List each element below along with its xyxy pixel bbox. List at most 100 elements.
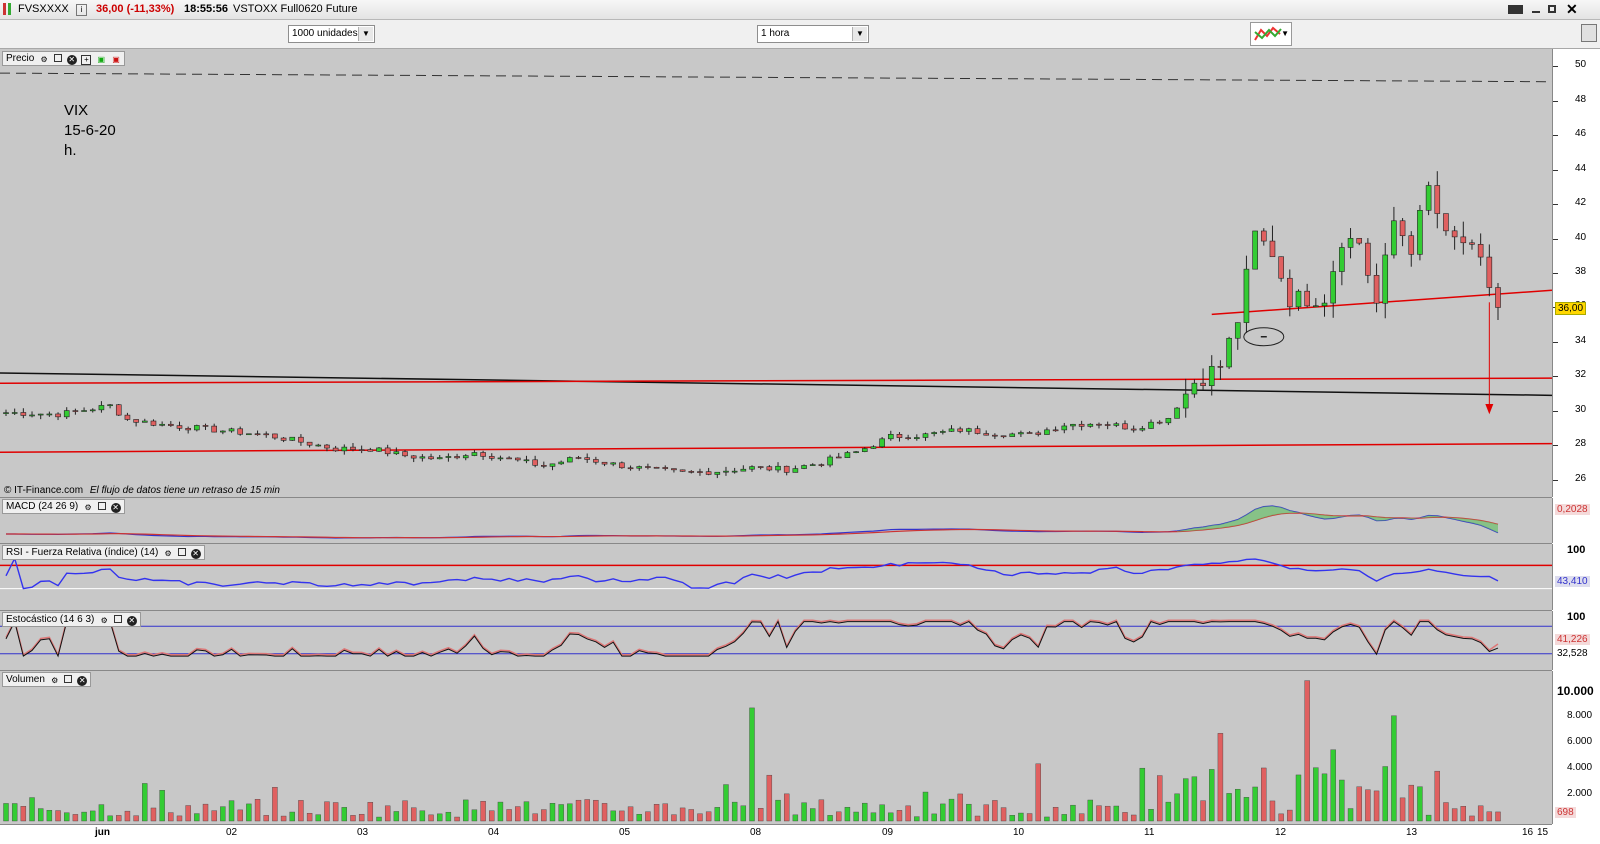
wrench-icon[interactable]: ⚙ (39, 55, 49, 65)
volume-bar (1200, 800, 1206, 822)
close-pane-icon[interactable]: ✕ (66, 55, 77, 65)
wrench-icon[interactable]: ⚙ (50, 676, 60, 686)
candle-body (827, 456, 833, 466)
candle-body (662, 467, 669, 469)
chart-indicator-icon (1254, 26, 1282, 41)
stochastic-pane[interactable]: Estocástico (14 6 3) ⚙ ✕ (0, 611, 1552, 671)
volume-bar (480, 800, 486, 822)
volume-bar (402, 800, 408, 822)
price-tick-label: 30 (1575, 403, 1587, 415)
volume-bar (1295, 774, 1302, 822)
annotation-line-3: h. (64, 142, 77, 159)
minimize-icon[interactable] (1532, 11, 1540, 13)
candle-body (1339, 247, 1345, 272)
candle-body (541, 465, 547, 467)
volume-bar (1313, 767, 1319, 822)
candle-body (905, 437, 911, 439)
candle-body (168, 423, 174, 426)
chevron-down-icon[interactable]: ▼ (358, 27, 373, 41)
candle-body (1408, 235, 1415, 255)
rsi-pane[interactable]: RSI - Fuerza Relativa (índice) (14) ⚙ ✕ (0, 544, 1552, 611)
wrench-icon[interactable]: ⚙ (83, 503, 93, 513)
candle-body (410, 455, 417, 459)
close-pane-icon[interactable]: ✕ (190, 549, 201, 559)
red-trendline-upper (0, 377, 1552, 385)
time-axis-label: 12 (1275, 827, 1287, 838)
candle-body (1148, 421, 1154, 429)
close-pane-icon[interactable]: ✕ (110, 503, 121, 513)
volume-bar (107, 815, 113, 822)
candle-body (1156, 421, 1163, 424)
candle-body (532, 459, 538, 466)
volume-bar (1391, 715, 1397, 822)
volume-bar (1061, 814, 1067, 822)
maximize-icon[interactable] (97, 502, 106, 510)
volume-bar (1104, 805, 1111, 822)
price-chart (0, 72, 1552, 479)
volume-bar (384, 805, 391, 822)
volume-bar (1217, 733, 1224, 822)
candle-body (861, 448, 868, 452)
volume-bar (246, 803, 252, 822)
volume-bar (974, 815, 981, 822)
macd-pane[interactable]: MACD (24 26 9) ⚙ ✕ (0, 498, 1552, 544)
interval-select[interactable]: 1 hora ▼ (757, 25, 869, 43)
price-pane-header: Precio ⚙ ✕ + ▣ ▣ (2, 51, 126, 66)
price-tick-label: 38 (1575, 266, 1587, 277)
candle-body (679, 469, 686, 472)
price-tick-label: 42 (1575, 197, 1587, 209)
volume-bar (1417, 786, 1423, 822)
remove-indicator-icon[interactable]: ▣ (111, 55, 121, 65)
chevron-down-icon[interactable]: ▼ (852, 27, 867, 41)
volume-bar (358, 813, 365, 822)
maximize-icon[interactable] (53, 54, 62, 62)
candle-body (1243, 268, 1250, 323)
volume-bar (410, 807, 417, 822)
volume-bar (142, 783, 148, 822)
volume-bar (888, 812, 894, 822)
last-price-marker: 36,00 (1555, 302, 1587, 315)
maximize-icon[interactable] (177, 548, 186, 556)
add-icon[interactable]: + (81, 55, 92, 65)
add-indicator-icon[interactable]: ▣ (96, 55, 106, 65)
stochastic-k-line (5, 620, 1499, 658)
candle-body (1208, 366, 1215, 387)
volume-bar (437, 813, 443, 822)
wrench-icon[interactable]: ⚙ (163, 549, 173, 559)
info-icon[interactable]: i (76, 4, 87, 16)
close-pane-icon[interactable]: ✕ (126, 616, 137, 626)
candle-body (1495, 287, 1501, 308)
volume-bar (601, 803, 608, 822)
candle-body (1078, 423, 1085, 427)
stochastic-pane-header: Estocástico (14 6 3) ⚙ ✕ (2, 612, 141, 627)
candle-body (1477, 244, 1484, 258)
price-tick-mark (1553, 100, 1558, 102)
maximize-icon[interactable] (64, 675, 73, 683)
units-select-value: 1000 unidades (292, 28, 358, 39)
chart-type-icon[interactable] (3, 3, 13, 15)
close-icon[interactable]: ✕ (1566, 1, 1578, 18)
volume-bar (992, 800, 998, 822)
restore-icon[interactable] (1548, 5, 1556, 13)
candle-body (98, 405, 105, 411)
volume-pane[interactable]: Volumen ⚙ ✕ (0, 671, 1552, 825)
candle-body (211, 425, 217, 433)
volume-bar (896, 810, 903, 822)
chevron-down-icon[interactable]: ▼ (1281, 29, 1289, 38)
time-axis-label: 10 (1013, 827, 1025, 838)
close-pane-icon[interactable]: ✕ (77, 676, 88, 686)
wrench-icon[interactable]: ⚙ (99, 616, 109, 626)
volume-bar (298, 800, 304, 822)
volume-bar (532, 813, 538, 822)
volume-bar (497, 801, 504, 822)
source-label: © IT-Finance.com (4, 485, 84, 496)
candle-body (740, 468, 747, 472)
price-scale[interactable]: 50484644424038363432302826 36,00 (1552, 49, 1600, 497)
units-select[interactable]: 1000 unidades ▼ (288, 25, 375, 43)
indicator-menu-button[interactable]: ▼ (1250, 22, 1292, 46)
maximize-icon[interactable] (113, 615, 122, 623)
tools-icon[interactable] (1581, 24, 1597, 42)
price-pane[interactable]: Precio ⚙ ✕ + ▣ ▣ VIX 15-6-20 h. © IT-Fin… (0, 49, 1552, 498)
keyboard-icon[interactable] (1508, 5, 1523, 14)
volume-pane-header: Volumen ⚙ ✕ (2, 672, 92, 687)
